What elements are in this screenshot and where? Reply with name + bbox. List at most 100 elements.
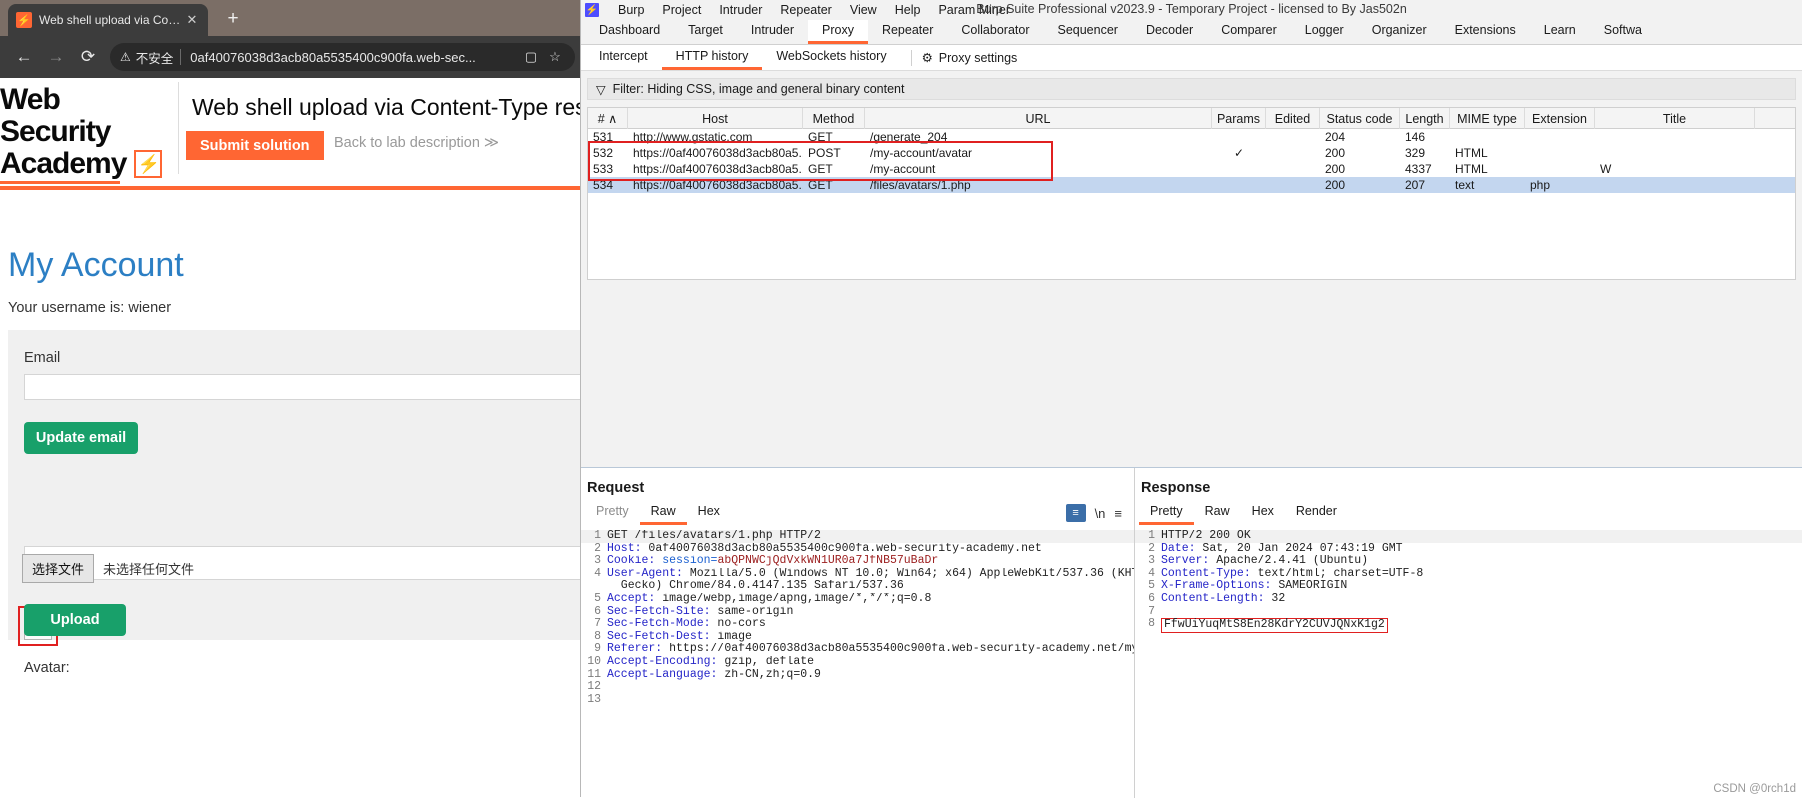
translate-icon[interactable]: ▢ (521, 49, 541, 65)
forward-icon[interactable]: → (40, 41, 72, 73)
choose-file-button[interactable]: 选择文件 (22, 554, 95, 583)
tab-sequencer[interactable]: Sequencer (1043, 20, 1131, 44)
request-pane: Request Pretty Raw Hex ≡ \n ≡ 1 GET /file… (581, 468, 1135, 798)
code-text: Gecko) Chrome/84.0.4147.135 Safari/537.3… (607, 580, 904, 593)
tab-http-history[interactable]: HTTP history (661, 46, 763, 70)
close-icon[interactable]: ✕ (184, 12, 200, 28)
column-header-edited[interactable]: Edited (1266, 108, 1320, 129)
code-line: 2 Host: 0af40076038d3acb80a5535400c900fa.… (581, 542, 1134, 556)
request-tab-pretty[interactable]: Pretty (585, 502, 640, 525)
update-email-button[interactable]: Update email (24, 422, 138, 454)
request-tab-raw[interactable]: Raw (639, 502, 687, 525)
tab-websockets-history[interactable]: WebSockets history (762, 46, 900, 70)
column-header-params[interactable]: Params (1212, 108, 1266, 129)
response-body[interactable]: 1 HTTP/2 200 OK 2 Date: Sat, 20 Jan 2024 07… (1135, 530, 1802, 798)
menu-help[interactable]: Help (886, 3, 930, 17)
code-line: 1 HTTP/2 200 OK (1135, 530, 1802, 543)
menu-view[interactable]: View (841, 3, 886, 17)
proxy-settings-label: Proxy settings (938, 50, 1018, 65)
column-header-host[interactable]: Host (628, 108, 803, 129)
code-line: 4 Content-Type: text/html; charset=UTF-8 (1135, 567, 1802, 581)
menu-burp[interactable]: Burp (609, 3, 653, 17)
request-body[interactable]: 1 GET /files/avatars/1.php HTTP/2 2 Host: 0… (581, 530, 1134, 798)
cell-ext (1525, 129, 1595, 145)
table-row[interactable]: 534 https://0af40076038d3acb80a5... GET/fi… (588, 177, 1795, 193)
browser-tab[interactable]: ⚡ Web shell upload via Content- ✕ (8, 4, 208, 36)
cell-edited (1266, 145, 1320, 161)
column-header-number[interactable]: # ∧ (588, 108, 628, 129)
logo-line-2: Academy (0, 147, 127, 180)
response-tab-raw[interactable]: Raw (1194, 502, 1241, 525)
line-number: 1 (1148, 530, 1155, 542)
address-bar[interactable]: ⚠ 不安全 0af40076038d3acb80a5535400c900fa.w… (110, 43, 575, 71)
tab-repeater[interactable]: Repeater (868, 20, 947, 44)
cell-n: 533 (593, 162, 614, 176)
column-header-status-code[interactable]: Status code (1320, 108, 1400, 129)
cell-url: /my-account/avatar (870, 146, 973, 160)
column-header-method[interactable]: Method (803, 108, 865, 129)
tab-extensions[interactable]: Extensions (1441, 20, 1530, 44)
request-tab-hex[interactable]: Hex (687, 502, 731, 525)
table-row[interactable]: 531 http://www.gstatic.com GET/generate_20… (588, 129, 1795, 145)
code-text: GET /files/avatars/1.php HTTP/2 (607, 530, 821, 542)
cell-url: /generate_204 (870, 130, 948, 144)
code-line: 3 Cookie: session=abQPNWCjQdVxkWN1UR0a7Jf… (581, 555, 1134, 568)
filter-bar[interactable]: ▽ Filter: Hiding CSS, image and general … (587, 78, 1796, 100)
back-to-lab-description-link[interactable]: Back to lab description ≫ (334, 135, 499, 151)
word-wrap-icon[interactable]: ≡ (1065, 504, 1086, 522)
line-number: 8 (1148, 617, 1155, 631)
column-header-mime-type[interactable]: MIME type (1450, 108, 1525, 129)
column-header-title[interactable]: Title (1595, 108, 1755, 129)
tab-intercept[interactable]: Intercept (585, 46, 662, 70)
tab-learn[interactable]: Learn (1530, 20, 1590, 44)
new-tab-button[interactable]: + (222, 9, 244, 31)
tab-decoder[interactable]: Decoder (1132, 20, 1207, 44)
tab-dashboard[interactable]: Dashboard (585, 20, 674, 44)
line-number: 4 (594, 566, 601, 580)
menu-project[interactable]: Project (653, 3, 710, 17)
response-tab-pretty[interactable]: Pretty (1139, 502, 1194, 525)
menu-intruder[interactable]: Intruder (710, 3, 771, 17)
menu-repeater[interactable]: Repeater (771, 3, 840, 17)
tab-softwa[interactable]: Softwa (1590, 20, 1656, 44)
cell-status: 200 (1325, 146, 1346, 160)
newline-icon[interactable]: \n (1095, 506, 1106, 521)
column-header-url[interactable]: URL (865, 108, 1212, 129)
proxy-settings-button[interactable]: ⚙ Proxy settings (922, 50, 1018, 66)
tab-proxy[interactable]: Proxy (808, 20, 868, 44)
header-value: text/html; charset=UTF-8 (1250, 567, 1424, 580)
table-row[interactable]: 532 https://0af40076038d3acb80a5... POST/m… (588, 145, 1795, 161)
code-line: 6 Sec-Fetch-Site: same-origin (581, 605, 1134, 619)
upload-button[interactable]: Upload (24, 604, 126, 636)
cell-method: GET (808, 130, 833, 144)
response-tab-hex[interactable]: Hex (1241, 502, 1285, 525)
header-name: Cookie: (607, 555, 656, 568)
tab-target[interactable]: Target (674, 20, 737, 44)
cell-host: https://0af40076038d3acb80a5... (633, 146, 803, 160)
column-header-extension[interactable]: Extension (1525, 108, 1595, 129)
column-header-length[interactable]: Length (1400, 108, 1450, 129)
flag-highlight: FfwUiYuqMtS8En28KdrY2CUVJQNxK1g2 (1161, 618, 1388, 633)
response-tab-render[interactable]: Render (1285, 502, 1348, 525)
tab-organizer[interactable]: Organizer (1358, 20, 1441, 44)
account-heading: My Account (8, 246, 184, 284)
table-row[interactable]: 533 https://0af40076038d3acb80a5... GET/my… (588, 161, 1795, 177)
submit-solution-button[interactable]: Submit solution (186, 131, 324, 160)
menu-param-miner[interactable]: Param Miner (929, 3, 1019, 17)
tab-collaborator[interactable]: Collaborator (947, 20, 1043, 44)
code-line: 11 Accept-Language: zh-CN,zh;q=0.9 (581, 668, 1134, 682)
back-icon[interactable]: ← (8, 41, 40, 73)
cell-method: POST (808, 146, 841, 160)
menu-icon[interactable]: ≡ (1114, 506, 1122, 521)
tab-comparer[interactable]: Comparer (1207, 20, 1291, 44)
cell-length: 207 (1405, 178, 1426, 192)
bookmark-star-icon[interactable]: ☆ (545, 49, 565, 65)
reload-icon[interactable]: ⟳ (72, 41, 104, 73)
tab-intruder[interactable]: Intruder (737, 20, 808, 44)
cell-length: 329 (1405, 146, 1426, 160)
filter-text: Filter: Hiding CSS, image and general bi… (612, 82, 905, 96)
email-field[interactable] (24, 374, 584, 400)
tab-logger[interactable]: Logger (1291, 20, 1358, 44)
request-tools: ≡ \n ≡ (1065, 504, 1134, 522)
